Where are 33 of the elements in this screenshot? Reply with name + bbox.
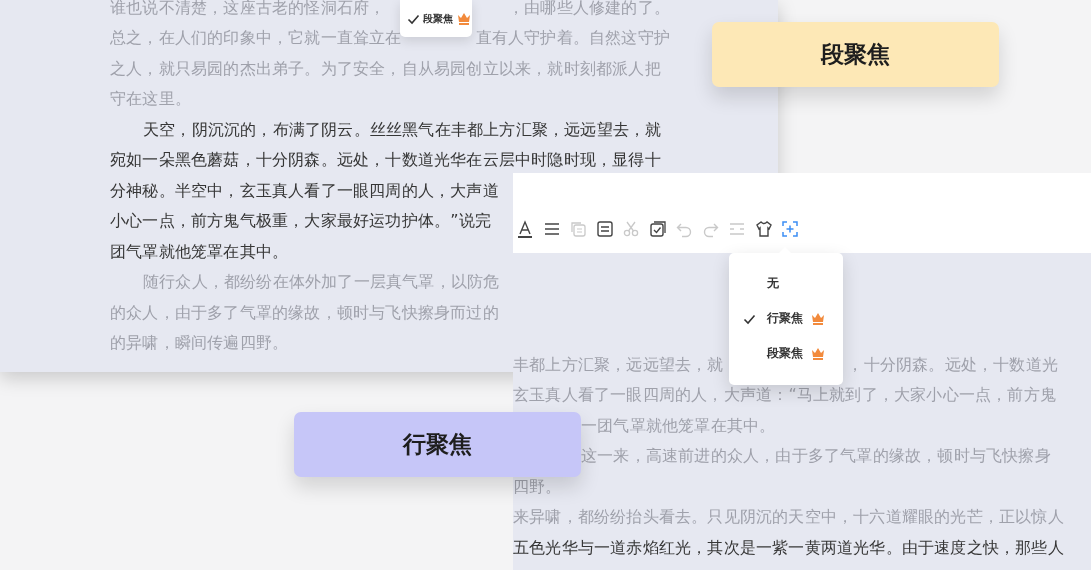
document-icon[interactable] xyxy=(595,220,614,239)
focus-icon[interactable] xyxy=(781,220,799,239)
menu-item[interactable]: 段聚焦 xyxy=(729,336,843,371)
text-line: 之人，就只易园的杰出弟子。为了安全，自从易园创立以来，就时刻都派人把 xyxy=(110,58,661,80)
text-line: 的异啸，瞬间传遍四野。 xyxy=(110,333,289,355)
text-line: 四野。 xyxy=(513,476,562,498)
text-line: 宛如一朵黑色蘑菇，十分阴森。远处，十数道光华在云层中时隐时现，显得十 xyxy=(110,150,661,172)
crown-icon xyxy=(811,347,825,360)
menu-item[interactable]: 无 xyxy=(729,266,843,301)
crown-icon xyxy=(457,12,471,25)
text-line: 谁也说不清楚，这座古老的怪洞石府， xyxy=(110,0,386,19)
text-line: 天空，阴沉沉的，布满了阴云。丝丝黑气在丰都上方汇聚，远远望去，就 xyxy=(142,119,662,141)
text-line: 的众人，由于多了气罩的缘故，顿时与飞快擦身而过的 xyxy=(110,302,499,324)
text-line: 小心一点，前方鬼气极重，大家最好运功护体。”说完 xyxy=(110,211,492,233)
checkbox-icon[interactable] xyxy=(648,220,667,239)
shirt-icon[interactable] xyxy=(754,220,773,239)
text-color-icon[interactable] xyxy=(516,220,534,239)
menu-item[interactable]: 段聚焦 xyxy=(400,6,472,31)
text-line: 守在这里。 xyxy=(110,89,191,111)
text-line: ，由哪些人修建的了。 xyxy=(508,0,670,19)
crown-icon xyxy=(811,312,825,325)
text-line: 来异啸，都纷纷抬头看去。只见阴沉的天空中，十六道耀眼的光芒，正以惊人 xyxy=(513,507,1064,529)
text-line: 丰都上方汇聚，远远望去，就 xyxy=(513,354,724,376)
menu-item[interactable]: 行聚焦 xyxy=(729,301,843,336)
text-line: 五色光华与一道赤焰红光，其次是一紫一黄两道光华。由于速度之快，那些人 xyxy=(513,537,1064,559)
text-line: 团气罩就他笼罩在其中。 xyxy=(110,241,289,263)
text-line: 直有人守护着。自然这守护 xyxy=(475,28,670,50)
check-icon xyxy=(407,12,420,25)
check-icon xyxy=(743,312,756,325)
text-line: 分神秘。半空中，玄玉真人看了一眼四周的人，大声道 xyxy=(110,180,499,202)
text-line: ，十分阴森。远处，十数道光 xyxy=(847,354,1058,376)
feature-label: 段聚焦 xyxy=(712,22,999,87)
feature-label: 行聚焦 xyxy=(294,412,581,477)
